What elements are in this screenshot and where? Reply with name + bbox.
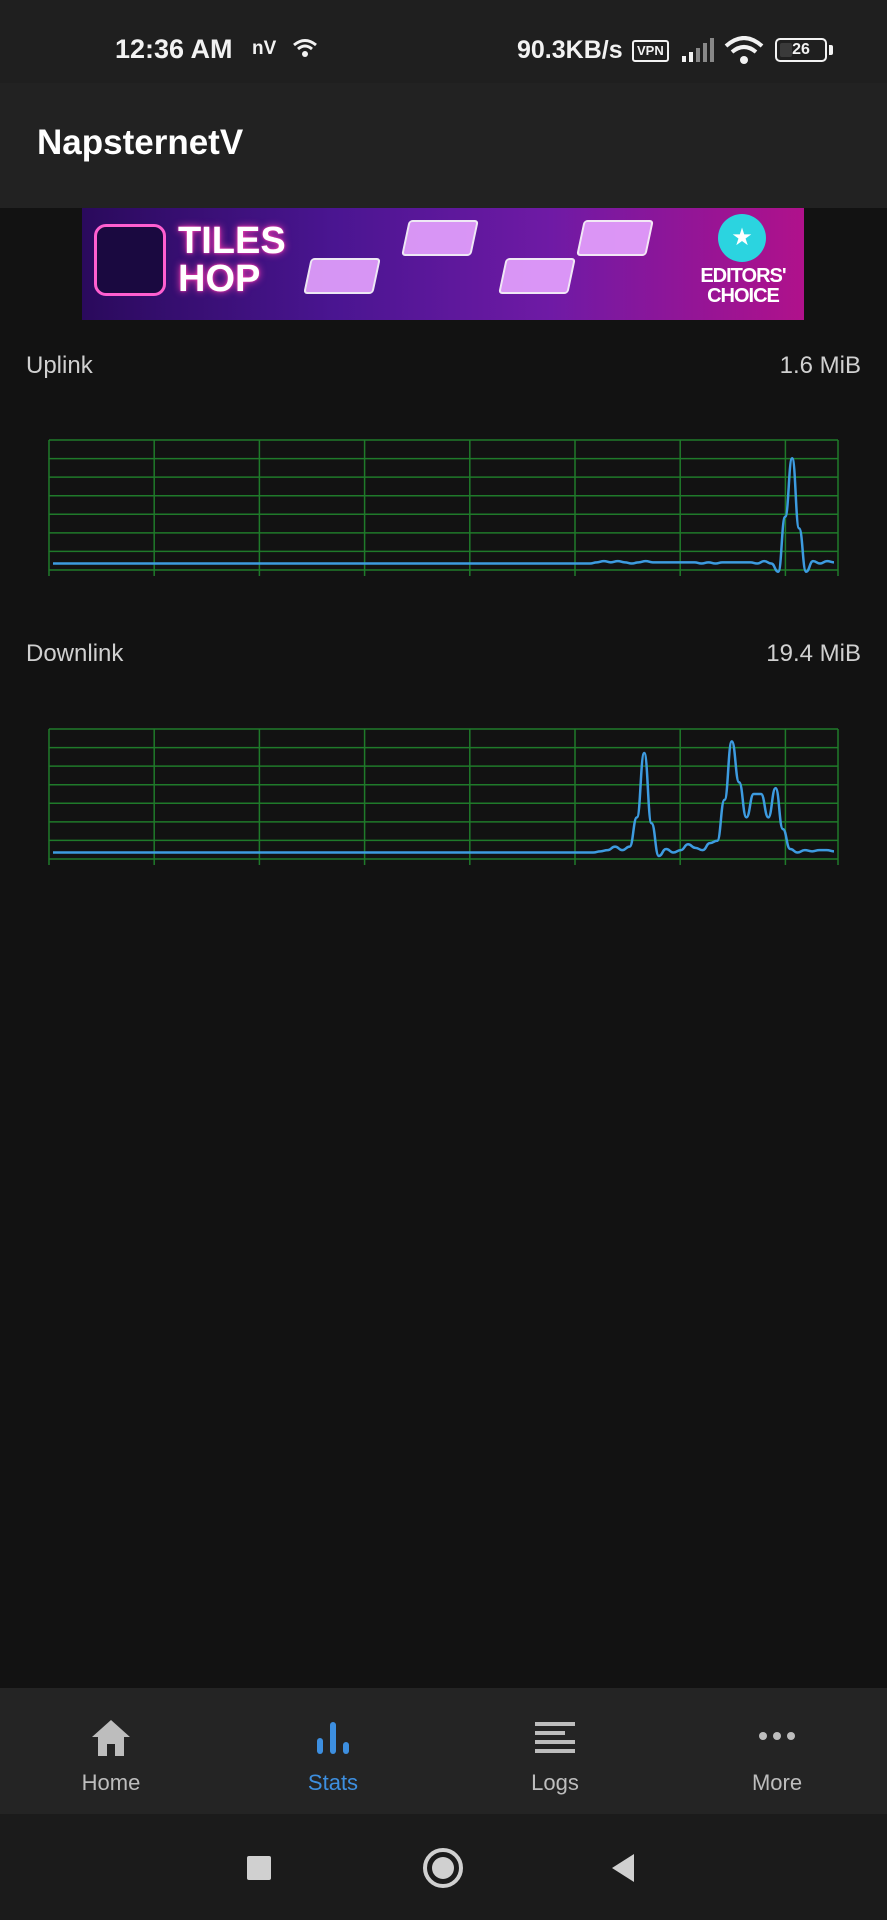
back-triangle-icon xyxy=(612,1854,634,1882)
list-icon xyxy=(444,1716,666,1760)
uplink-value: 1.6 MiB xyxy=(779,352,861,379)
nav-home-label: Home xyxy=(81,1770,141,1795)
ad-tile xyxy=(303,258,381,294)
circle-icon xyxy=(423,1848,463,1888)
recents-button[interactable] xyxy=(234,1844,284,1894)
status-time: 12:36 AM xyxy=(115,34,233,64)
home-icon xyxy=(0,1716,222,1760)
square-icon xyxy=(247,1856,271,1880)
nav-stats-label: Stats xyxy=(307,1770,359,1795)
home-nav-button[interactable] xyxy=(418,1844,468,1894)
carrier-tag: nV xyxy=(252,38,277,59)
nav-logs[interactable]: Logs xyxy=(444,1688,666,1814)
bar-chart-icon xyxy=(222,1716,444,1760)
more-dots-icon xyxy=(666,1716,887,1760)
network-speed: 90.3KB/s xyxy=(517,36,623,64)
app-bar: NapsternetV xyxy=(0,83,887,208)
ad-app-logo xyxy=(94,224,166,296)
nav-logs-label: Logs xyxy=(531,1770,579,1795)
downlink-label: Downlink xyxy=(26,640,124,667)
battery-level: 26 xyxy=(792,41,810,58)
uplink-chart xyxy=(48,439,839,576)
app-title: NapsternetV xyxy=(37,123,244,162)
downlink-chart xyxy=(48,728,839,865)
bottom-navigation: Home Stats Logs More xyxy=(0,1688,887,1814)
star-icon: ★ xyxy=(718,214,766,262)
ad-title: TILES HOP xyxy=(178,220,286,300)
ad-tile xyxy=(576,220,654,256)
wifi-icon xyxy=(724,36,764,71)
uplink-label: Uplink xyxy=(26,352,93,379)
hotspot-icon xyxy=(292,38,318,65)
downlink-chart-series-line xyxy=(53,740,835,858)
nav-stats[interactable]: Stats xyxy=(222,1688,444,1814)
editors-choice-badge: EDITORS' CHOICE xyxy=(700,265,786,307)
status-bar: 12:36 AM nV 90.3KB/s VPN 26 xyxy=(0,0,887,83)
ad-tile xyxy=(401,220,479,256)
nav-more[interactable]: More xyxy=(666,1688,887,1814)
ad-tile xyxy=(498,258,576,294)
back-button[interactable] xyxy=(600,1844,650,1894)
nav-more-label: More xyxy=(751,1770,803,1795)
downlink-value: 19.4 MiB xyxy=(766,640,861,667)
nav-home[interactable]: Home xyxy=(0,1688,222,1814)
system-navigation xyxy=(0,1814,887,1920)
cell-signal-icon xyxy=(682,38,716,67)
vpn-badge: VPN xyxy=(632,40,669,62)
ad-banner[interactable]: TILES HOP ★ EDITORS' CHOICE xyxy=(82,208,804,320)
battery-icon: 26 xyxy=(775,38,827,62)
